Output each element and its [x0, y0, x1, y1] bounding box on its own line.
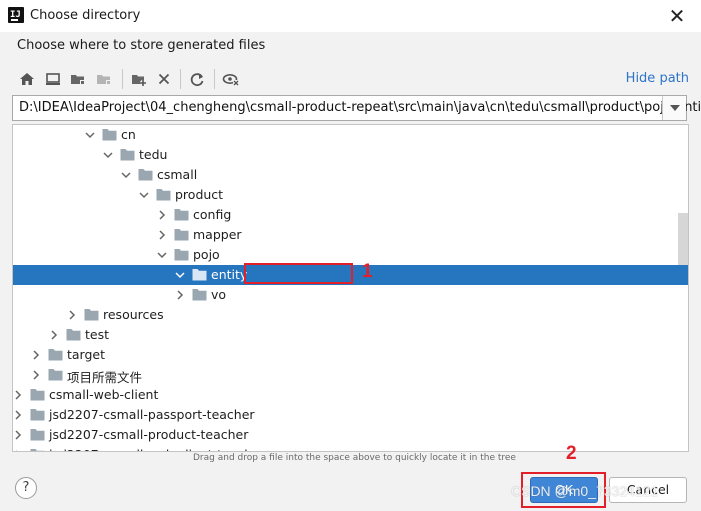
chevron-down-icon[interactable]	[173, 268, 187, 282]
tree-item-label: tedu	[139, 147, 168, 162]
annotation-box-1	[244, 263, 353, 284]
directory-tree[interactable]: cn tedu csmall product config mapper pojo entit…	[12, 124, 689, 452]
chevron-right-icon[interactable]	[155, 228, 169, 242]
tree-item-label: entity	[211, 267, 248, 282]
chevron-right-icon[interactable]	[29, 348, 43, 362]
tree-item-label: test	[85, 327, 110, 342]
tree-item-test[interactable]: test	[13, 325, 688, 345]
toolbar: Hide path	[12, 65, 690, 93]
show-hidden-icon[interactable]	[220, 68, 242, 90]
window-title: Choose directory	[30, 8, 141, 23]
annotation-number-2: 2	[566, 443, 577, 464]
folder-icon	[174, 248, 189, 261]
folder-icon	[84, 308, 99, 321]
tree-item-label: config	[193, 207, 232, 222]
desktop-icon[interactable]	[42, 68, 64, 90]
home-icon[interactable]	[16, 68, 38, 90]
tree-item-label: csmall-web-client	[49, 387, 159, 402]
tree-item-label: product	[175, 187, 224, 202]
chevron-right-icon[interactable]	[47, 328, 61, 342]
chevron-down-icon[interactable]	[119, 168, 133, 182]
tree-item-target[interactable]: target	[13, 345, 688, 365]
title-bar: IJ Choose directory ✕	[0, 0, 701, 32]
chevron-right-icon[interactable]	[173, 288, 187, 302]
chevron-right-icon[interactable]	[13, 428, 25, 442]
chevron-right-icon[interactable]	[65, 308, 79, 322]
folder-icon	[30, 408, 45, 421]
chevron-down-icon[interactable]	[83, 128, 97, 142]
hide-path-link[interactable]: Hide path	[626, 71, 689, 86]
refresh-icon[interactable]	[186, 68, 208, 90]
toolbar-separator	[122, 69, 123, 89]
tree-item-label: pojo	[193, 247, 220, 262]
help-button[interactable]: ?	[15, 477, 37, 499]
folder-icon	[174, 228, 189, 241]
folder-icon	[192, 268, 207, 281]
folder-icon	[174, 208, 189, 221]
tree-item-jsd2207-csmall-passport-teacher[interactable]: jsd2207-csmall-passport-teacher	[13, 405, 688, 425]
project-folder-icon[interactable]	[67, 68, 89, 90]
tree-item-tedu[interactable]: tedu	[13, 145, 688, 165]
tree-item-product[interactable]: product	[13, 185, 688, 205]
path-combobox[interactable]: D:\IDEA\IdeaProject\04_chengheng\csmall-…	[12, 95, 701, 121]
folder-icon	[120, 148, 135, 161]
tree-item-label: jsd2207-csmall-product-teacher	[49, 427, 249, 442]
chevron-right-icon[interactable]	[13, 408, 25, 422]
tree-item-csmall[interactable]: csmall	[13, 165, 688, 185]
chevron-right-icon[interactable]	[13, 388, 25, 402]
folder-icon	[30, 388, 45, 401]
folder-icon	[48, 348, 63, 361]
chevron-down-icon[interactable]	[101, 148, 115, 162]
folder-icon	[138, 168, 153, 181]
folder-icon	[156, 188, 171, 201]
folder-icon	[30, 428, 45, 441]
path-input[interactable]: D:\IDEA\IdeaProject\04_chengheng\csmall-…	[19, 100, 701, 115]
tree-item-label: 项目所需文件	[67, 370, 143, 385]
tree-item-cn[interactable]: cn	[13, 125, 688, 145]
tree-item-jsd2207-csmall-web-client-teacher[interactable]: jsd2207-csmall-web-client-teacher	[13, 445, 688, 451]
tree-item-label: jsd2207-csmall-passport-teacher	[49, 407, 255, 422]
chevron-down-icon[interactable]	[662, 96, 686, 120]
watermark: CSDN @m0_73324121	[511, 483, 659, 499]
folder-icon	[30, 448, 45, 451]
toolbar-separator	[180, 69, 181, 89]
chevron-right-icon[interactable]	[29, 368, 43, 382]
delete-icon[interactable]	[153, 68, 175, 90]
tree-item-label: mapper	[193, 227, 242, 242]
drag-drop-hint: Drag and drop a file into the space abov…	[193, 453, 516, 463]
folder-icon	[66, 328, 81, 341]
tree-item-label: vo	[211, 287, 227, 302]
tree-item-label: target	[67, 347, 106, 362]
tree-item-config[interactable]: config	[13, 205, 688, 225]
module-folder-icon[interactable]	[93, 68, 115, 90]
tree-item-label: csmall	[157, 167, 198, 182]
folder-icon	[102, 128, 117, 141]
tree-item-csmall-web-client[interactable]: csmall-web-client	[13, 385, 688, 405]
new-folder-icon[interactable]	[128, 68, 150, 90]
toolbar-separator	[214, 69, 215, 89]
tree-item-vo[interactable]: vo	[13, 285, 688, 305]
tree-item-pojo[interactable]: pojo	[13, 245, 688, 265]
intellij-app-icon: IJ	[8, 7, 24, 23]
dialog-subtitle: Choose where to store generated files	[17, 38, 266, 53]
tree-item-mapper[interactable]: mapper	[13, 225, 688, 245]
folder-icon	[192, 288, 207, 301]
tree-item-resources[interactable]: resources	[13, 305, 688, 325]
tree-item-label: resources	[103, 307, 164, 322]
folder-icon	[48, 368, 63, 381]
tree-item-jsd2207-csmall-product-teacher[interactable]: jsd2207-csmall-product-teacher	[13, 425, 688, 445]
annotation-number-1: 1	[362, 261, 373, 282]
tree-item-项目所需文件[interactable]: 项目所需文件	[13, 365, 688, 385]
chevron-right-icon[interactable]	[13, 448, 25, 451]
chevron-right-icon[interactable]	[155, 208, 169, 222]
tree-item-label: cn	[121, 127, 136, 142]
tree-item-label: jsd2207-csmall-web-client-teacher	[49, 447, 265, 451]
chevron-down-icon[interactable]	[155, 248, 169, 262]
close-button[interactable]: ✕	[660, 2, 694, 30]
chevron-down-icon[interactable]	[137, 188, 151, 202]
